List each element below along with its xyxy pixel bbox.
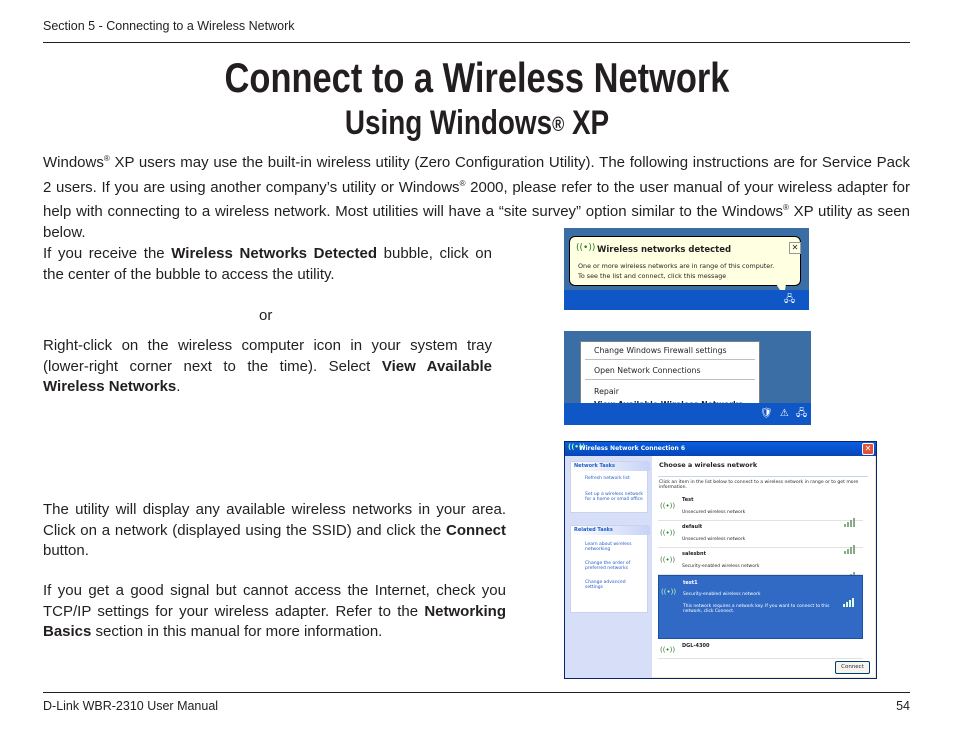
footer-manual-name: D-Link WBR-2310 User Manual [43, 699, 219, 713]
screenshot-balloon: ((•)) Wireless networks detected ✕ One o… [564, 228, 809, 310]
network-list-pane: Choose a wireless network Click an item … [652, 456, 875, 677]
wireless-icon: ((•)) [660, 646, 676, 654]
page-title: Connect to a Wireless Network [224, 54, 730, 101]
wireless-icon: ((•)) [660, 529, 676, 537]
screenshot-context-menu: Change Windows Firewall settings Open Ne… [564, 331, 811, 425]
instructions: Click an item in the list below to conne… [659, 480, 859, 490]
footer-rule [43, 692, 910, 693]
network-status: Unsecured wireless network [682, 537, 746, 542]
wireless-icon: ((•)) [660, 502, 676, 510]
network-item[interactable]: ((•)) Test Unsecured wireless network [658, 494, 863, 527]
menu-separator [585, 379, 755, 380]
network-item[interactable]: ((•)) salesbnt Security-enabled wireless… [658, 548, 863, 581]
running-header: Section 5 - Connecting to a Wireless Net… [43, 19, 295, 33]
screenshot-network-window: ((•)) Wireless Network Connection 6 ✕ Ne… [564, 441, 877, 679]
network-item[interactable]: ((•)) DGL-4300 [658, 640, 863, 659]
page-number: 54 [896, 699, 910, 713]
or-separator: or [259, 307, 273, 324]
step4-paragraph: If you get a good signal but cannot acce… [43, 582, 506, 640]
wireless-icon: ((•)) [660, 556, 676, 564]
network-status: Security-enabled wireless network [682, 564, 760, 569]
network-status: Security-enabled wireless network [683, 592, 761, 597]
step2-paragraph: Right-click on the wireless computer ico… [43, 337, 492, 395]
network-ssid: Test [682, 497, 694, 503]
header-rule [43, 42, 910, 43]
wireless-detected-bubble[interactable]: ((•)) Wireless networks detected ✕ One o… [569, 236, 801, 286]
step1-paragraph: If you receive the Wireless Networks Det… [43, 245, 492, 283]
tasks-pane: Network Tasks Refresh network list Set u… [565, 456, 652, 678]
close-icon[interactable]: ✕ [862, 443, 874, 455]
network-detail: This network requires a network key. If … [683, 604, 830, 614]
tray-network-icon[interactable]: 🖧 [784, 292, 795, 309]
network-item[interactable]: ((•)) default Unsecured wireless network [658, 521, 863, 554]
bubble-text-2: To see the list and connect, click this … [578, 272, 727, 280]
choose-network-heading: Choose a wireless network [659, 461, 758, 469]
network-ssid: default [682, 524, 703, 530]
task-learn[interactable]: Learn about wireless networking [585, 542, 645, 552]
network-ssid: DGL-4300 [682, 643, 710, 649]
network-status: Unsecured wireless network [682, 510, 746, 515]
network-ssid: salesbnt [682, 551, 706, 557]
network-ssid: test1 [683, 580, 698, 586]
wireless-icon: ((•)) [576, 243, 596, 253]
window-title: Wireless Network Connection 6 [579, 445, 685, 452]
wireless-icon: ((•)) [661, 588, 677, 596]
tray-icons[interactable]: 🛡 ⚠ 🖧 [760, 406, 809, 423]
task-setup[interactable]: Set up a wireless network for a home or … [585, 492, 645, 502]
taskbar [564, 290, 809, 310]
related-tasks-heading: Related Tasks [571, 526, 650, 535]
window-titlebar: ((•)) Wireless Network Connection 6 ✕ [565, 442, 876, 456]
network-item-selected[interactable]: ((•)) test1 Security-enabled wireless ne… [658, 575, 863, 639]
bubble-title: Wireless networks detected [597, 245, 732, 255]
task-order[interactable]: Change the order of preferred networks [585, 561, 645, 571]
task-advanced[interactable]: Change advanced settings [585, 580, 645, 590]
close-icon[interactable]: ✕ [789, 242, 801, 254]
menu-item-firewall[interactable]: Change Windows Firewall settings [594, 346, 727, 355]
menu-separator [585, 359, 755, 360]
connect-button[interactable]: Connect [835, 661, 870, 674]
network-tasks-heading: Network Tasks [571, 462, 650, 471]
network-tasks-box: Network Tasks Refresh network list Set u… [570, 461, 650, 513]
menu-item-open-connections[interactable]: Open Network Connections [594, 366, 701, 375]
page-subtitle: Using Windows® XP [344, 104, 610, 142]
step3-paragraph: The utility will display any available w… [43, 501, 506, 559]
menu-item-repair[interactable]: Repair [594, 387, 619, 396]
signal-bars-icon [843, 588, 855, 607]
task-refresh[interactable]: Refresh network list [585, 476, 645, 481]
bubble-text-1: One or more wireless networks are in ran… [578, 262, 775, 270]
heading-rule [658, 476, 868, 477]
related-tasks-box: Related Tasks Learn about wireless netwo… [570, 525, 650, 613]
